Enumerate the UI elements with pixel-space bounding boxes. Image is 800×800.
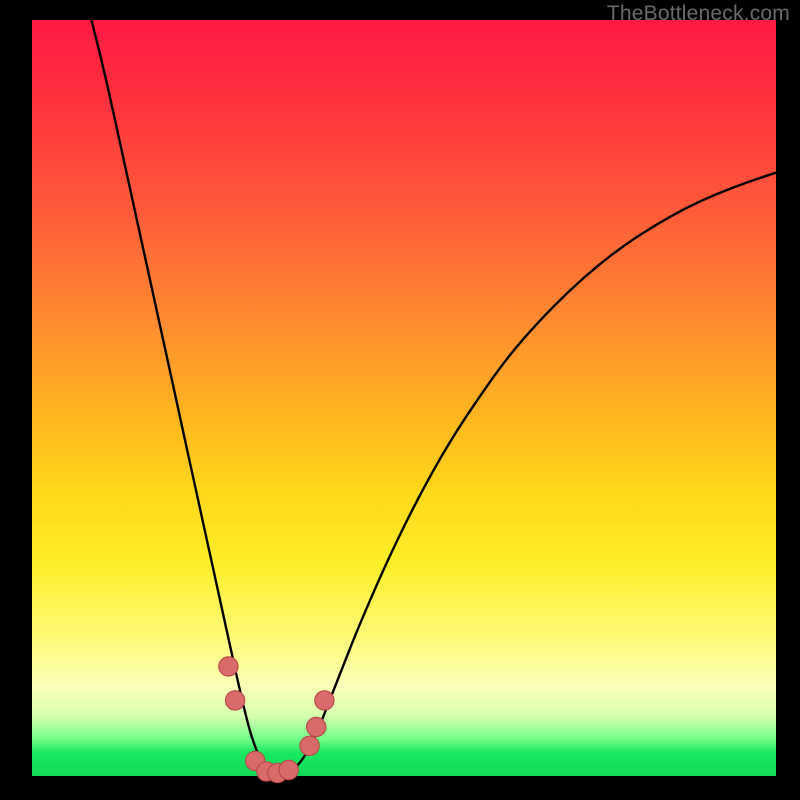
chart-svg — [32, 20, 776, 776]
marker-point — [307, 717, 326, 736]
marker-point — [315, 691, 334, 710]
plot-area — [32, 20, 776, 776]
bottleneck-curve — [92, 20, 777, 775]
marker-point — [219, 657, 238, 676]
marker-point — [300, 736, 319, 755]
chart-frame: TheBottleneck.com — [0, 0, 800, 800]
marker-point — [279, 760, 298, 779]
watermark-text: TheBottleneck.com — [607, 2, 790, 26]
marker-point — [225, 691, 244, 710]
